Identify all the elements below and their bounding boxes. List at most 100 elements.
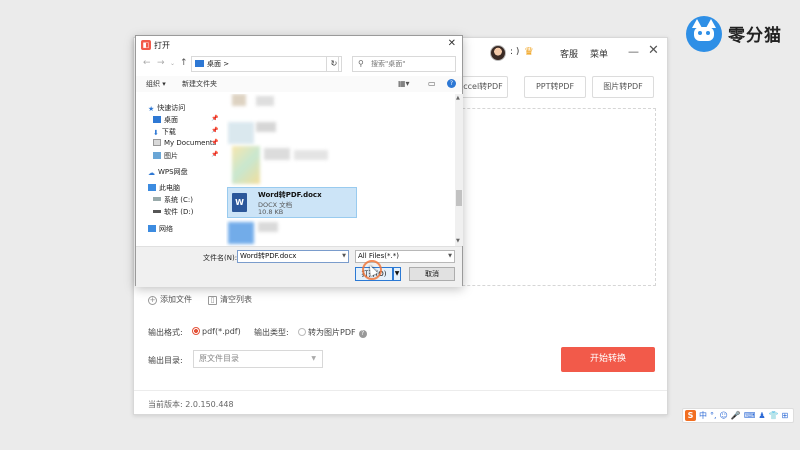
plus-circle-icon: + — [148, 296, 157, 305]
app-icon: ◧ — [141, 40, 151, 50]
tree-item-downloads[interactable]: ⬇ 下载 📌 — [153, 127, 218, 137]
ime-punctuation[interactable]: °, — [710, 411, 717, 420]
open-dropdown-icon[interactable]: ▼ — [393, 267, 401, 281]
desktop-folder-icon — [195, 60, 204, 67]
tree-item-quick-access[interactable]: ★ 快速访问 — [148, 103, 185, 113]
divider — [134, 390, 667, 391]
help-icon[interactable]: ? — [358, 330, 367, 338]
back-arrow-icon[interactable]: ← — [143, 58, 151, 68]
output-format-radio[interactable]: pdf(*.pdf) — [192, 327, 241, 336]
add-file-button[interactable]: + 添加文件 — [148, 294, 192, 305]
help-icon[interactable]: ? — [447, 79, 456, 88]
ime-emoji-icon[interactable]: ☺ — [720, 411, 728, 420]
tree-item-drive-d[interactable]: 软件 (D:) — [153, 207, 193, 217]
dialog-bottom-bar: 文件名(N): Word转PDF.docx ▼ All Files(*.*) ▼ 打… — [136, 246, 462, 287]
minimize-icon[interactable]: — — [628, 45, 639, 58]
tree-item-my-documents[interactable]: My Documents 📌 — [153, 139, 219, 147]
dialog-close-icon[interactable]: ✕ — [448, 38, 456, 49]
recent-chevron-icon[interactable]: ⌄ — [170, 60, 175, 67]
menu-link[interactable]: 菜单 — [590, 47, 608, 60]
dialog-title-bar: ◧ 打开 ✕ — [136, 36, 462, 54]
dialog-title: 打开 — [154, 41, 170, 50]
cloud-icon: ☁ — [148, 169, 155, 177]
documents-icon — [153, 139, 161, 146]
scroll-up-icon: ▲ — [456, 95, 460, 101]
tab-excel-to-pdf[interactable]: ccel转PDF — [458, 76, 508, 98]
blurred-file-thumbnail[interactable] — [228, 122, 254, 144]
blurred-file-thumbnail[interactable] — [232, 146, 260, 184]
ime-voice-icon[interactable]: 🎤 — [731, 411, 741, 420]
pin-icon: 📌 — [211, 115, 219, 122]
version-label: 当前版本: 2.0.150.448 — [148, 400, 234, 409]
up-arrow-icon[interactable]: ↑ — [180, 58, 188, 68]
tree-item-pictures[interactable]: 图片 📌 — [153, 151, 218, 161]
avatar[interactable] — [490, 45, 506, 61]
output-dir-select[interactable]: 原文件目录 ▼ — [193, 350, 323, 368]
clear-list-button[interactable]: ▯ 清空列表 — [208, 294, 252, 305]
blurred-file-label — [294, 150, 328, 160]
pin-icon: 📌 — [211, 139, 219, 146]
blurred-file-label — [264, 148, 290, 160]
output-type-label: 输出类型: — [254, 328, 289, 337]
drive-icon — [153, 210, 161, 213]
ime-skin-icon[interactable]: 👕 — [769, 411, 779, 420]
ime-menu-icon[interactable]: ⊞ — [782, 411, 789, 420]
dialog-toolbar: 组织 ▾ 新建文件夹 ▦▾ ▭ ? — [136, 76, 462, 92]
pictures-icon — [153, 152, 161, 159]
word-document-icon: W — [232, 193, 247, 212]
refresh-icon[interactable]: ↻ — [326, 56, 342, 72]
output-type-radio[interactable]: 转为图片PDF? — [298, 327, 367, 338]
close-icon[interactable]: ✕ — [648, 43, 659, 58]
scrollbar-thumb[interactable] — [456, 190, 462, 206]
preview-pane-icon[interactable]: ▭ — [428, 79, 436, 88]
view-options-icon[interactable]: ▦▾ — [398, 79, 410, 88]
new-folder-button[interactable]: 新建文件夹 — [182, 79, 217, 89]
filename-label: 文件名(N): — [203, 254, 238, 262]
organize-menu[interactable]: 组织 ▾ — [146, 79, 166, 89]
ime-keyboard-icon[interactable]: ⌨ — [744, 411, 756, 420]
blurred-file-label — [258, 222, 278, 232]
navigation-tree: ★ 快速访问 桌面 📌 ⬇ 下载 📌 My Documents 📌 图片 📌 ☁ WPS网盘 … — [136, 94, 224, 246]
tab-ppt-to-pdf[interactable]: PPT转PDF — [524, 76, 586, 98]
radio-unchecked-icon — [298, 328, 306, 336]
customer-service-link[interactable]: 客服 — [560, 47, 578, 60]
tab-image-to-pdf[interactable]: 图片转PDF — [592, 76, 654, 98]
output-dir-label: 输出目录: — [148, 356, 183, 365]
download-icon: ⬇ — [153, 129, 159, 137]
crown-vip-icon[interactable]: ♛ — [524, 45, 534, 58]
ime-tools-icon[interactable]: ♟ — [758, 411, 765, 420]
blurred-file-thumbnail[interactable] — [228, 222, 254, 244]
drive-icon — [153, 197, 161, 201]
filename-input[interactable]: Word转PDF.docx ▼ — [237, 250, 349, 263]
chevron-down-icon: ▼ — [448, 253, 452, 259]
blurred-file-thumbnail[interactable] — [232, 94, 246, 106]
dialog-nav-bar: ← → ⌄ ↑ 桌面 > ⌄ ↻ ⚲ 搜索"桌面" — [136, 54, 462, 74]
scroll-down-icon: ▼ — [456, 238, 460, 244]
tree-item-network[interactable]: 网络 — [148, 224, 173, 234]
tree-item-wps-cloud[interactable]: ☁ WPS网盘 — [148, 167, 188, 177]
blurred-file-label — [256, 96, 274, 106]
selected-file-item[interactable]: W Word转PDF.docx DOCX 文档 10.8 KB — [227, 187, 357, 218]
address-bar[interactable]: 桌面 > ⌄ — [191, 56, 339, 72]
cat-face-icon — [694, 27, 714, 41]
open-file-dialog: ◧ 打开 ✕ ← → ⌄ ↑ 桌面 > ⌄ ↻ ⚲ 搜索"桌面" 组织 ▾ 新建文… — [135, 35, 463, 287]
desktop-icon — [153, 116, 161, 123]
start-convert-button[interactable]: 开始转换 — [561, 347, 655, 372]
search-input[interactable]: ⚲ 搜索"桌面" — [352, 56, 456, 72]
ime-toolbar: S 中 °, ☺ 🎤 ⌨ ♟ 👕 ⊞ — [682, 408, 794, 423]
trash-icon: ▯ — [208, 296, 217, 305]
sogou-ime-icon[interactable]: S — [685, 410, 696, 421]
blurred-file-label — [256, 122, 276, 132]
tree-item-drive-c[interactable]: 系统 (C:) — [153, 195, 193, 205]
cancel-button[interactable]: 取消 — [409, 267, 455, 281]
forward-arrow-icon[interactable]: → — [157, 58, 165, 68]
tree-item-this-pc[interactable]: 此电脑 — [148, 183, 180, 193]
file-size: 10.8 KB — [258, 208, 284, 216]
file-list: W Word转PDF.docx DOCX 文档 10.8 KB — [226, 94, 456, 246]
brand-name: 零分猫 — [728, 26, 782, 46]
output-format-label: 输出格式: — [148, 328, 183, 337]
scrollbar[interactable]: ▲ ▼ — [455, 94, 463, 246]
ime-chinese-mode[interactable]: 中 — [699, 410, 707, 421]
tree-item-desktop[interactable]: 桌面 📌 — [153, 115, 218, 125]
computer-icon — [148, 184, 156, 191]
